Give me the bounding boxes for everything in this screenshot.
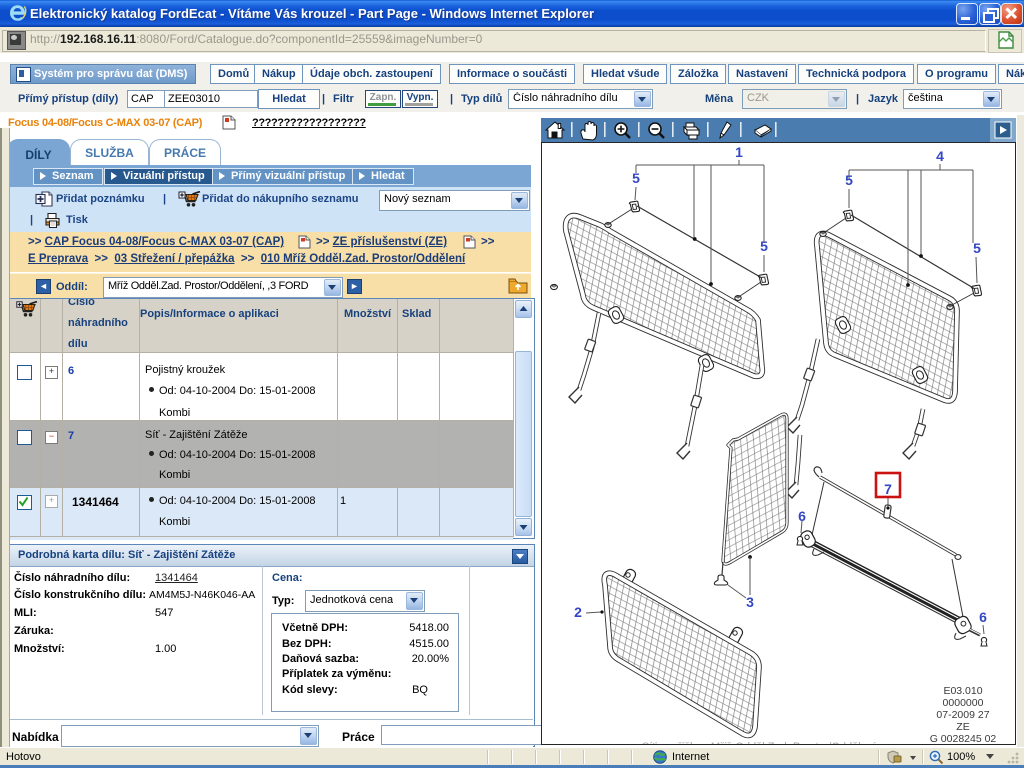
svg-text:7: 7 xyxy=(884,481,892,497)
svg-text:5: 5 xyxy=(632,170,640,186)
svg-text:1: 1 xyxy=(735,144,743,160)
svg-text:5: 5 xyxy=(760,238,768,254)
svg-text:5: 5 xyxy=(973,240,981,256)
svg-text:0000000: 0000000 xyxy=(943,697,984,709)
svg-text:4: 4 xyxy=(936,148,944,164)
svg-text:E03.010: E03.010 xyxy=(943,685,982,697)
svg-text:3: 3 xyxy=(746,594,754,610)
svg-text:G 0028245 02: G 0028245 02 xyxy=(930,733,997,744)
svg-text:5: 5 xyxy=(845,172,853,188)
svg-text:6: 6 xyxy=(979,609,987,625)
svg-text:07-2009 27: 07-2009 27 xyxy=(936,709,989,721)
svg-text:ZE: ZE xyxy=(956,721,969,733)
svg-text:Síť a mřížky - Mříž Odděl.Zad.: Síť a mřížky - Mříž Odděl.Zad. Prostor/O… xyxy=(642,741,876,744)
svg-text:2: 2 xyxy=(574,604,582,620)
